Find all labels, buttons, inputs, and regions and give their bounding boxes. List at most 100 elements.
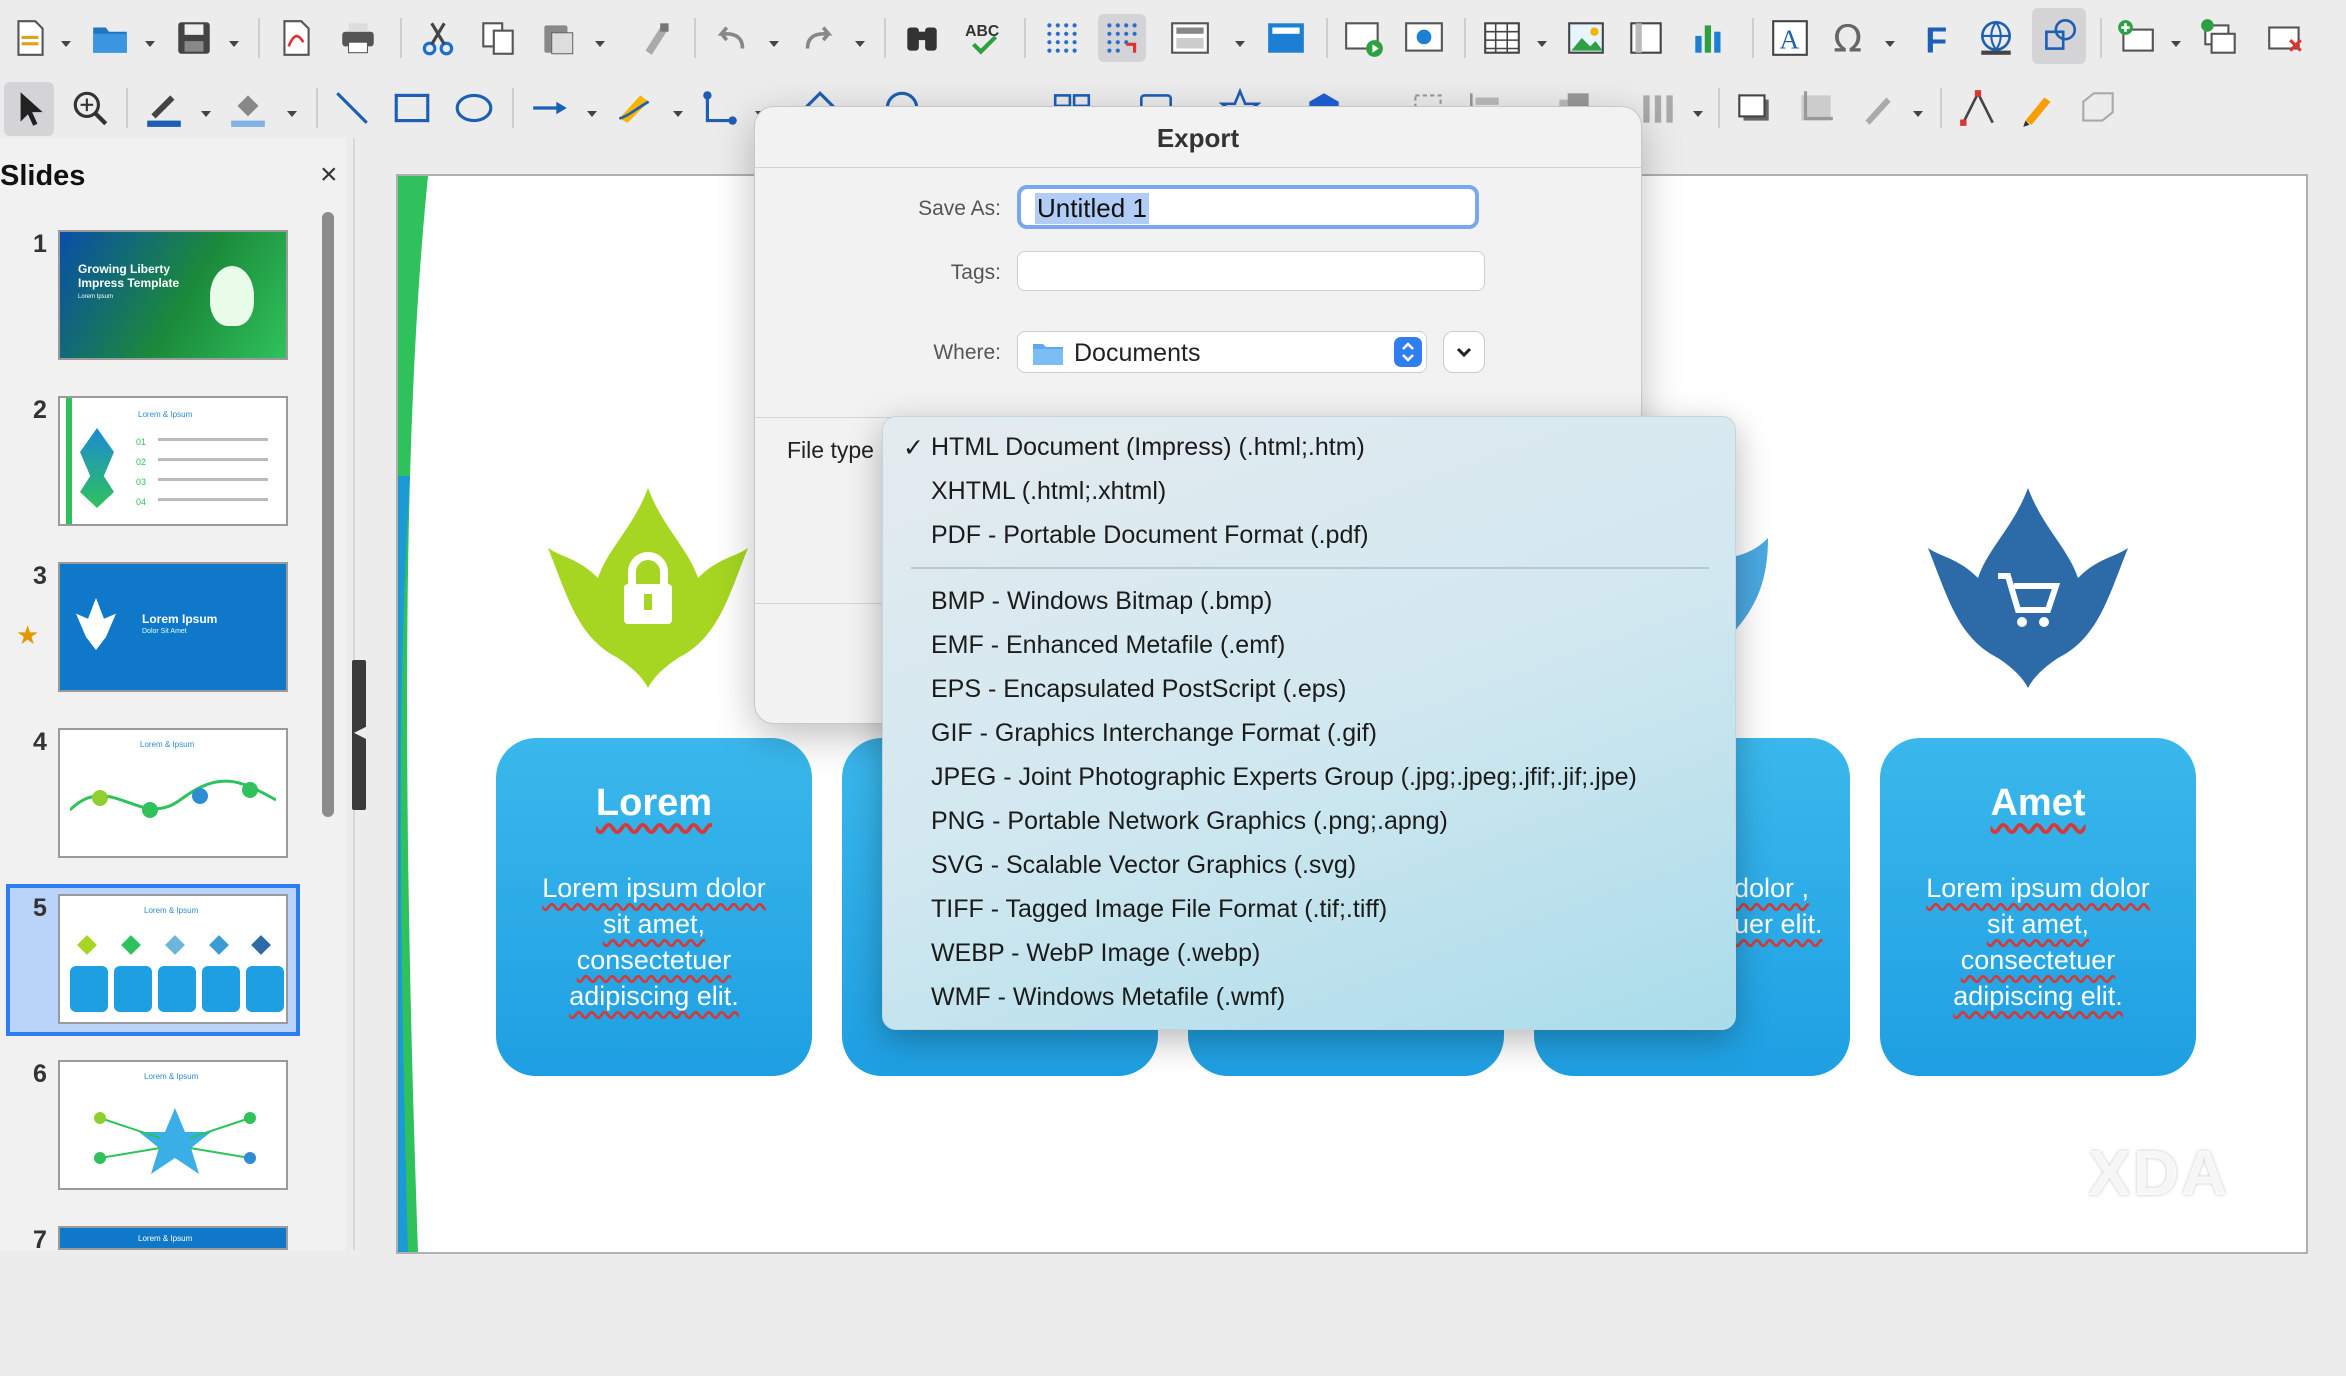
save-as-input[interactable]: Untitled 1 <box>1017 185 1479 229</box>
menu-item-xhtml[interactable]: XHTML (.html;.xhtml) <box>931 477 1166 506</box>
glue-points-icon[interactable] <box>2014 84 2062 132</box>
menu-item-svg[interactable]: SVG - Scalable Vector Graphics (.svg) <box>931 851 1356 880</box>
ellipse-tool-icon[interactable] <box>450 84 498 132</box>
chevron-down-icon[interactable] <box>1882 36 1898 52</box>
master-slide-icon[interactable] <box>1262 14 1310 62</box>
export-pdf-icon[interactable] <box>272 14 320 62</box>
find-replace-icon[interactable] <box>898 14 946 62</box>
chevron-down-icon[interactable] <box>2168 36 2184 52</box>
close-icon[interactable]: × <box>320 160 338 190</box>
start-presentation-icon[interactable] <box>1340 14 1388 62</box>
menu-item-pdf[interactable]: PDF - Portable Document Format (.pdf) <box>931 521 1369 550</box>
chevron-down-icon[interactable] <box>284 106 300 122</box>
hyperlink-icon[interactable] <box>1972 14 2020 62</box>
collapse-pane-handle[interactable]: ◀ <box>352 660 366 810</box>
slide-thumbnail-7[interactable]: 7 Lorem & Ipsum <box>0 1226 300 1376</box>
chevron-down-icon[interactable] <box>1690 106 1706 122</box>
chevron-down-icon[interactable] <box>852 36 868 52</box>
insert-image-icon[interactable] <box>1562 14 1610 62</box>
redo-icon[interactable] <box>794 14 842 62</box>
up-down-stepper-icon <box>1394 337 1422 367</box>
new-slide-icon[interactable] <box>2112 14 2160 62</box>
snap-to-grid-icon[interactable] <box>1098 14 1146 62</box>
slide-thumbnail-1[interactable]: 1 Growing Liberty Impress Template Lorem… <box>0 230 300 380</box>
crop-image-icon[interactable] <box>1792 84 1840 132</box>
open-folder-icon[interactable] <box>86 14 134 62</box>
copy-icon[interactable] <box>474 14 522 62</box>
slides-scrollbar[interactable] <box>322 212 334 817</box>
tags-input[interactable] <box>1017 251 1485 291</box>
spelling-icon[interactable]: ABC <box>960 14 1008 62</box>
content-block-5[interactable]: Amet Lorem ipsum dolor sit amet, consect… <box>1880 738 2196 1076</box>
chevron-down-icon[interactable] <box>58 36 74 52</box>
save-icon[interactable] <box>170 14 218 62</box>
insert-chart-icon[interactable] <box>1686 14 1734 62</box>
zoom-icon[interactable] <box>66 84 114 132</box>
menu-item-tiff[interactable]: TIFF - Tagged Image File Format (.tif;.t… <box>931 895 1387 924</box>
menu-item-html[interactable]: HTML Document (Impress) (.html;.htm) <box>931 433 1365 462</box>
toggle-extrusion-icon[interactable] <box>2074 84 2122 132</box>
insert-table-icon[interactable] <box>1478 14 1526 62</box>
slide-thumbnail-6[interactable]: 6 Lorem & Ipsum <box>0 1060 300 1210</box>
slide-layout-icon[interactable] <box>1166 14 1214 62</box>
connector-icon[interactable] <box>696 84 744 132</box>
slide-thumb-title: Lorem & Ipsum <box>138 1234 193 1243</box>
curve-tool-icon[interactable] <box>610 84 658 132</box>
duplicate-slide-icon[interactable] <box>2196 14 2244 62</box>
chevron-down-icon[interactable] <box>226 36 242 52</box>
chevron-down-icon[interactable] <box>670 106 686 122</box>
menu-item-jpeg[interactable]: JPEG - Joint Photographic Experts Group … <box>931 763 1637 792</box>
menu-item-wmf[interactable]: WMF - Windows Metafile (.wmf) <box>931 983 1285 1012</box>
slide-thumbnail-4[interactable]: 4 Lorem & Ipsum <box>0 728 300 878</box>
menu-item-gif[interactable]: GIF - Graphics Interchange Format (.gif) <box>931 719 1377 748</box>
points-icon[interactable] <box>1954 84 2002 132</box>
file-type-dropdown-menu[interactable]: ✓ HTML Document (Impress) (.html;.htm) X… <box>882 416 1736 1030</box>
slide-thumbnail-5[interactable]: 5 Lorem & Ipsum <box>0 884 300 1044</box>
special-character-icon[interactable]: Ω <box>1826 14 1874 62</box>
line-color-icon[interactable] <box>140 84 188 132</box>
chevron-down-icon[interactable] <box>766 36 782 52</box>
delete-slide-icon[interactable] <box>2262 14 2310 62</box>
print-icon[interactable] <box>334 14 382 62</box>
chevron-down-icon[interactable] <box>1534 36 1550 52</box>
cart-leaf-icon <box>1928 488 2128 688</box>
shadow-icon[interactable] <box>1730 84 1778 132</box>
cut-icon[interactable] <box>414 14 462 62</box>
where-select[interactable]: Documents <box>1017 331 1427 373</box>
start-current-slide-icon[interactable] <box>1400 14 1448 62</box>
undo-icon[interactable] <box>708 14 756 62</box>
slide-thumb-numbers: 01 02 03 04 <box>136 437 147 507</box>
new-document-icon[interactable] <box>6 14 54 62</box>
rectangle-tool-icon[interactable] <box>388 84 436 132</box>
show-draw-functions-icon[interactable] <box>2032 8 2086 64</box>
slide-thumbnail-3[interactable]: 3 Lorem Ipsum Dolor Sit Amet <box>0 562 300 712</box>
menu-item-bmp[interactable]: BMP - Windows Bitmap (.bmp) <box>931 587 1272 616</box>
arrow-line-icon[interactable] <box>526 84 574 132</box>
chevron-down-icon[interactable] <box>1910 106 1926 122</box>
menu-item-emf[interactable]: EMF - Enhanced Metafile (.emf) <box>931 631 1285 660</box>
slide-thumbnail-2[interactable]: 2 Lorem & Ipsum 01 02 03 04 <box>0 396 300 546</box>
menu-item-eps[interactable]: EPS - Encapsulated PostScript (.eps) <box>931 675 1346 704</box>
fontwork-icon[interactable]: F <box>1914 14 1962 62</box>
select-arrow-icon[interactable] <box>4 82 54 136</box>
menu-item-webp[interactable]: WEBP - WebP Image (.webp) <box>931 939 1260 968</box>
filter-icon[interactable] <box>1854 84 1902 132</box>
menu-item-png[interactable]: PNG - Portable Network Graphics (.png;.a… <box>931 807 1448 836</box>
line-tool-icon[interactable] <box>328 84 376 132</box>
toolbar-separator <box>1326 18 1328 58</box>
toolbar-separator <box>1024 18 1026 58</box>
chevron-down-icon[interactable] <box>592 36 608 52</box>
insert-text-box-icon[interactable]: A <box>1766 14 1814 62</box>
chevron-down-icon[interactable] <box>1232 36 1248 52</box>
chevron-down-icon[interactable] <box>584 106 600 122</box>
chevron-down-icon[interactable] <box>142 36 158 52</box>
paste-icon[interactable] <box>534 14 582 62</box>
slide-thumb-title: Lorem Ipsum <box>142 612 218 626</box>
display-grid-icon[interactable] <box>1038 14 1086 62</box>
content-block-1[interactable]: Lorem Lorem ipsum dolor sit amet, consec… <box>496 738 812 1076</box>
clone-formatting-icon[interactable] <box>632 14 680 62</box>
insert-media-icon[interactable] <box>1622 14 1670 62</box>
chevron-down-icon[interactable] <box>198 106 214 122</box>
fill-color-icon[interactable] <box>224 84 272 132</box>
expand-dialog-button[interactable] <box>1443 331 1485 373</box>
